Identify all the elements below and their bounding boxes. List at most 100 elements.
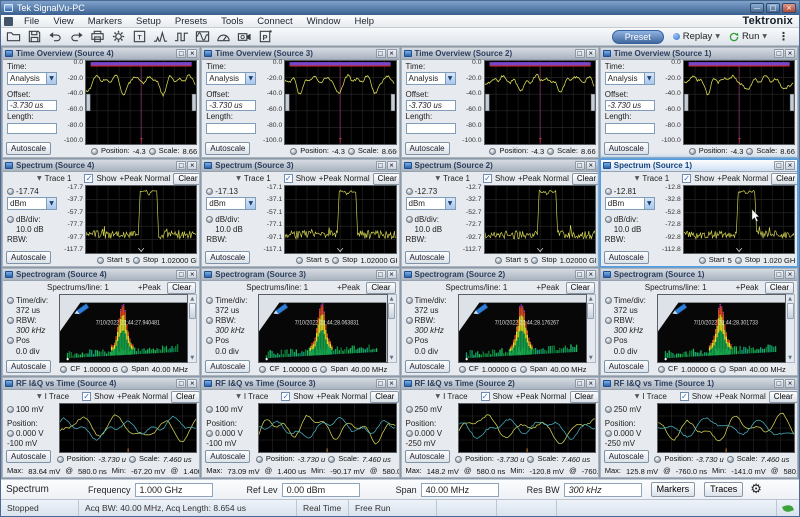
spectrogram-plot[interactable]: 7/10/2022 22:44:28.176267 [457,294,587,363]
position-knob-icon[interactable] [604,430,612,438]
panel-maximize-button[interactable]: □ [574,49,585,58]
show-checkbox[interactable]: ✓ [679,392,689,401]
time-overview-plot[interactable]: T [284,60,397,145]
scroll-up-icon[interactable]: ▲ [788,296,792,302]
panel-close-button[interactable]: × [386,270,397,279]
panel-maximize-button[interactable]: □ [774,379,784,388]
panel-titlebar[interactable]: Time Overview (Source 1) □ × [600,48,797,60]
stop-knob-icon[interactable] [332,256,340,264]
span-field[interactable]: 40.00 MHz [420,482,499,497]
ref-level-knob-icon[interactable] [405,188,413,195]
scale-knob-icon[interactable] [328,455,336,463]
panel-close-button[interactable]: × [785,161,795,170]
pos-knob-icon[interactable] [206,337,214,345]
panel-close-button[interactable]: × [386,379,397,388]
clear-button[interactable]: Clear [764,281,794,294]
time-overview-plot[interactable]: T [682,60,795,145]
autoscale-button[interactable]: Autoscale [205,450,251,463]
scroll-up-icon[interactable]: ▲ [390,296,394,302]
show-checkbox[interactable]: ✓ [82,392,92,401]
autoscale-button[interactable]: Autoscale [603,142,649,155]
panel-maximize-button[interactable]: □ [176,270,187,279]
cf-knob-icon[interactable] [657,365,665,373]
time-div-knob-icon[interactable] [7,297,14,305]
pos-knob-icon[interactable] [7,337,14,345]
preset-p-icon[interactable]: P [257,29,273,45]
ref-level-knob-icon[interactable] [7,188,14,195]
scale-knob-icon[interactable] [726,455,734,463]
settings-gear-icon[interactable] [110,29,126,45]
show-checkbox[interactable]: ✓ [482,174,492,183]
menu-window[interactable]: Window [300,16,348,27]
scale-knob-icon[interactable] [347,147,355,155]
scroll-thumb[interactable] [188,303,196,319]
panel-close-button[interactable]: × [785,49,795,58]
panel-close-button[interactable]: × [785,379,795,388]
replay-button[interactable]: Replay ▼ [672,31,720,42]
panel-maximize-button[interactable]: □ [574,379,585,388]
panel-close-button[interactable]: × [585,379,596,388]
menu-presets[interactable]: Presets [168,16,214,27]
clear-button[interactable]: Clear [171,390,200,403]
length-field[interactable] [405,122,456,134]
position-knob-icon[interactable] [405,430,413,438]
panel-close-button[interactable]: × [585,161,596,170]
panel-titlebar[interactable]: Spectrogram (Source 3) □ × [202,269,399,281]
clear-button[interactable]: Clear [366,281,396,294]
panel-close-button[interactable]: × [585,270,596,279]
scroll-down-icon[interactable]: ▼ [788,355,792,361]
spectrogram-plot[interactable]: 7/10/2022 22:44:28.063831 [258,294,388,363]
clear-button[interactable]: Clear [768,390,797,403]
clear-button[interactable]: Clear [565,281,595,294]
clear-button[interactable]: Clear [173,172,200,185]
panel-titlebar[interactable]: Spectrum (Source 4) □ × [3,160,200,172]
start-knob-icon[interactable] [495,256,503,264]
scroll-thumb[interactable] [388,303,395,319]
open-file-icon[interactable] [5,29,21,45]
autoscale-button[interactable]: Autoscale [404,251,450,264]
unit-select[interactable]: dBm ▼ [405,197,456,210]
panel-close-button[interactable]: × [187,49,198,58]
position-knob-icon[interactable] [56,455,64,463]
app-menu-icon[interactable] [4,16,13,26]
scale-top-knob-icon[interactable] [604,406,612,413]
panel-titlebar[interactable]: RF I&Q vs Time (Source 3) □ × [202,378,399,390]
clear-button[interactable]: Clear [569,390,598,403]
panel-titlebar[interactable]: Spectrum (Source 1) □ × [600,160,797,172]
window-titlebar[interactable]: Tek SignalVu-PC — □ × [1,1,799,15]
time-div-knob-icon[interactable] [206,297,214,305]
panel-titlebar[interactable]: Spectrogram (Source 2) □ × [401,269,598,281]
autoscale-button[interactable]: Autoscale [603,360,649,373]
ref-level-knob-icon[interactable] [206,188,214,195]
panel-close-button[interactable]: × [187,379,198,388]
scrollbar[interactable]: ▲ ▼ [586,294,596,363]
length-field[interactable] [7,122,57,134]
spectrogram-plot[interactable]: 7/10/2022 22:44:27.940481 [59,294,189,363]
menu-markers[interactable]: Markers [81,16,129,27]
db-div-knob-icon[interactable] [405,216,413,224]
time-div-knob-icon[interactable] [604,297,612,305]
stop-knob-icon[interactable] [734,256,742,264]
scale-knob-icon[interactable] [148,147,156,155]
show-checkbox[interactable]: ✓ [283,174,293,183]
panel-titlebar[interactable]: RF I&Q vs Time (Source 4) □ × [3,378,200,390]
spectrum-plot[interactable] [85,185,198,254]
spectrum-plot[interactable] [483,185,596,254]
position-knob-icon[interactable] [688,147,696,155]
rbw-knob-icon[interactable] [7,317,14,325]
position-knob-icon[interactable] [90,147,98,155]
offset-field[interactable]: -3.730 us [405,100,456,112]
show-checkbox[interactable]: ✓ [84,174,94,183]
menu-setup[interactable]: Setup [129,16,168,27]
scale-knob-icon[interactable] [547,147,555,155]
menu-help[interactable]: Help [347,16,381,27]
position-knob-icon[interactable] [654,455,662,463]
pulse-display-icon[interactable] [173,29,189,45]
scroll-up-icon[interactable]: ▲ [190,296,194,302]
rbw-knob-icon[interactable] [604,317,612,325]
preset-button[interactable]: Preset [611,29,664,44]
length-field[interactable] [604,122,655,134]
start-knob-icon[interactable] [96,256,104,264]
autoscale-button[interactable]: Autoscale [205,142,251,155]
rf-iq-plot[interactable] [258,403,397,453]
